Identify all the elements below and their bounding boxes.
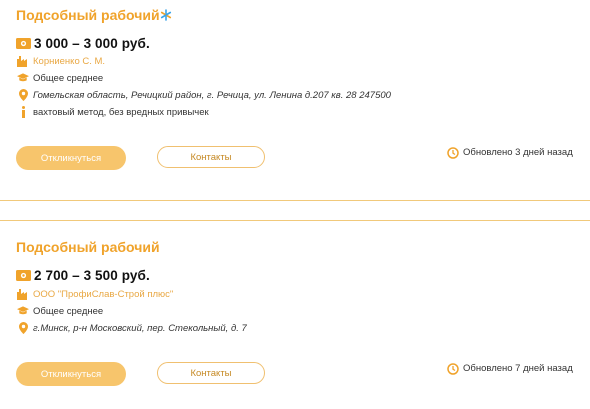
education-row: Общее среднее <box>17 71 103 85</box>
money-icon <box>16 37 31 49</box>
factory-icon <box>17 288 29 300</box>
info-icon <box>17 106 29 118</box>
vacancy-title[interactable]: Подсобный рабочий <box>16 7 160 23</box>
education: Общее среднее <box>33 72 104 84</box>
location-pin-icon <box>17 322 29 334</box>
card-divider <box>0 200 590 201</box>
education-row: Общее среднее <box>17 304 103 318</box>
apply-button[interactable]: Откликнуться <box>16 362 126 386</box>
employer-link[interactable]: ООО "ПрофиСлав-Строй плюс" <box>33 289 173 300</box>
conditions-row: вахтовый метод, без вредных привычек <box>17 105 209 119</box>
salary: 2 700 – 3 500 руб. <box>34 267 150 283</box>
address: г.Минск, р-н Московский, пер. Стекольный… <box>33 322 247 334</box>
salary-row: 3 000 – 3 000 руб. <box>16 35 150 51</box>
location-pin-icon <box>17 89 29 101</box>
apply-button[interactable]: Откликнуться <box>16 146 126 170</box>
salary: 3 000 – 3 000 руб. <box>34 35 150 51</box>
vacancy-title[interactable]: Подсобный рабочий <box>16 239 160 255</box>
clock-icon <box>447 147 459 159</box>
vacancy-card: Подсобный рабочий 2 700 – 3 500 руб. ООО… <box>0 221 590 409</box>
employer-row: Корниенко С. М. <box>17 54 105 68</box>
star-icon <box>160 9 172 21</box>
updated-text: Обновлено 7 дней назад <box>463 363 573 374</box>
address: Гомельская область, Речицкий район, г. Р… <box>33 89 391 101</box>
employer-row: ООО "ПрофиСлав-Строй плюс" <box>17 287 173 301</box>
salary-row: 2 700 – 3 500 руб. <box>16 267 150 283</box>
contacts-button[interactable]: Контакты <box>157 146 265 168</box>
updated-text: Обновлено 3 дней назад <box>463 147 573 158</box>
conditions: вахтовый метод, без вредных привычек <box>33 106 209 118</box>
clock-icon <box>447 363 459 375</box>
address-row: г.Минск, р-н Московский, пер. Стекольный… <box>17 321 247 335</box>
vacancy-card: Подсобный рабочий 3 000 – 3 000 руб. Кор… <box>0 0 590 200</box>
factory-icon <box>17 55 29 67</box>
employer-link[interactable]: Корниенко С. М. <box>33 56 105 67</box>
education: Общее среднее <box>33 305 104 317</box>
contacts-button[interactable]: Контакты <box>157 362 265 384</box>
money-icon <box>16 269 31 281</box>
address-row: Гомельская область, Речицкий район, г. Р… <box>17 88 391 102</box>
graduation-cap-icon <box>17 305 29 317</box>
graduation-cap-icon <box>17 72 29 84</box>
